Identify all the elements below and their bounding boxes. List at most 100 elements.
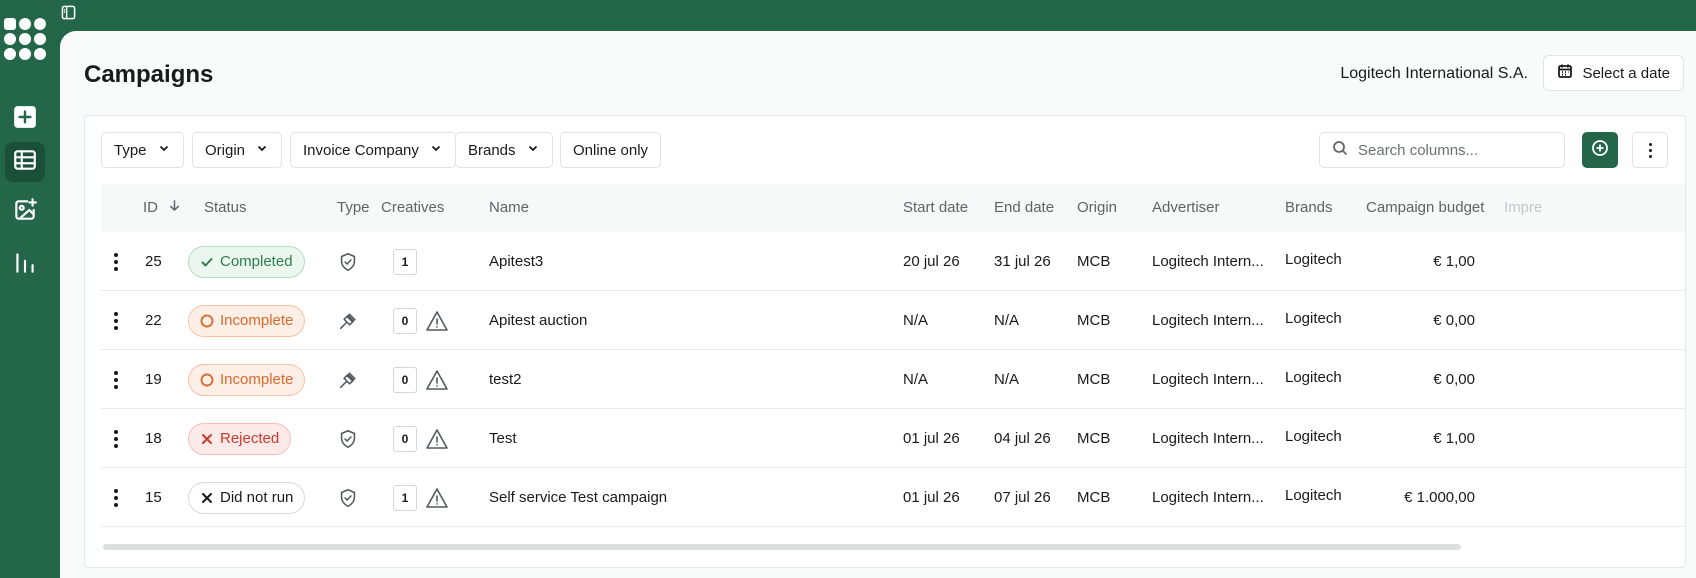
search-input[interactable] bbox=[1358, 141, 1548, 159]
more-vertical-icon bbox=[114, 252, 118, 271]
creatives-count[interactable]: 0 bbox=[393, 425, 417, 452]
status-label: Rejected bbox=[220, 430, 280, 447]
arrow-down-icon bbox=[168, 184, 181, 232]
filter-brands-label: Brands bbox=[468, 141, 516, 159]
add-campaign-button[interactable] bbox=[1582, 132, 1618, 168]
warning-icon bbox=[425, 369, 449, 391]
warning-icon bbox=[425, 428, 449, 450]
column-header-creatives[interactable]: Creatives bbox=[381, 184, 444, 232]
sidebar bbox=[0, 0, 60, 578]
more-vertical-icon bbox=[1648, 142, 1652, 158]
status-label: Did not run bbox=[220, 489, 294, 506]
campaign-name[interactable]: Apitest3 bbox=[489, 232, 543, 291]
creatives-cell: 1 bbox=[393, 468, 449, 527]
column-header-id[interactable]: ID bbox=[143, 184, 181, 232]
campaign-name[interactable]: Apitest auction bbox=[489, 291, 587, 350]
more-options-button[interactable] bbox=[1632, 132, 1668, 168]
column-header-advertiser[interactable]: Advertiser bbox=[1152, 184, 1220, 232]
column-header-impressions[interactable]: Impre bbox=[1504, 184, 1542, 232]
status-completed-icon bbox=[200, 255, 214, 269]
creatives-count[interactable]: 1 bbox=[393, 248, 417, 275]
column-header-type[interactable]: Type bbox=[337, 184, 370, 232]
row-id: 25 bbox=[145, 253, 162, 270]
more-vertical-icon bbox=[114, 311, 118, 330]
row-id: 19 bbox=[145, 371, 162, 388]
filter-online-only[interactable]: Online only bbox=[560, 132, 662, 168]
more-vertical-icon bbox=[114, 370, 118, 389]
main-content: Campaigns Logitech International S.A. Se… bbox=[60, 31, 1696, 578]
column-header-name[interactable]: Name bbox=[489, 184, 529, 232]
app-logo[interactable] bbox=[4, 18, 46, 60]
row-actions-button[interactable] bbox=[109, 409, 123, 468]
end-date: N/A bbox=[994, 371, 1020, 388]
filter-type[interactable]: Type bbox=[101, 132, 184, 168]
row-actions-button[interactable] bbox=[109, 350, 123, 409]
chevron-down-icon bbox=[157, 141, 171, 159]
row-actions-button[interactable] bbox=[109, 291, 123, 350]
calendar-icon bbox=[1557, 63, 1573, 83]
table-row[interactable]: 19 Incomplete 0 test2 N/A N/A MCB Logite… bbox=[101, 350, 1685, 409]
brands: Logitech bbox=[1285, 310, 1342, 327]
campaign-name[interactable]: test2 bbox=[489, 350, 522, 409]
start-date: 01 jul 26 bbox=[903, 430, 960, 447]
creatives-count[interactable]: 0 bbox=[393, 307, 417, 334]
column-header-origin[interactable]: Origin bbox=[1077, 184, 1117, 232]
end-date: 31 jul 26 bbox=[994, 253, 1051, 270]
column-header-end-date[interactable]: End date bbox=[994, 184, 1054, 232]
campaign-name[interactable]: Test bbox=[489, 409, 517, 468]
campaign-name[interactable]: Self service Test campaign bbox=[489, 468, 667, 527]
sidebar-toggle-button[interactable] bbox=[61, 5, 77, 21]
advertiser: Logitech Intern... bbox=[1152, 489, 1264, 506]
search-icon bbox=[1332, 140, 1348, 161]
campaign-budget: € 0,00 bbox=[1433, 371, 1475, 388]
table-row[interactable]: 18 Rejected 0 Test 01 jul 26 04 jul 26 M… bbox=[101, 409, 1685, 468]
origin: MCB bbox=[1077, 371, 1111, 388]
filter-brands[interactable]: Brands bbox=[455, 132, 553, 168]
plus-square-icon bbox=[12, 104, 38, 135]
table-row[interactable]: 22 Incomplete 0 Apitest auction N/A N/A … bbox=[101, 291, 1685, 350]
advertiser: Logitech Intern... bbox=[1152, 253, 1264, 270]
sidebar-item-creatives[interactable] bbox=[5, 192, 45, 232]
row-actions-button[interactable] bbox=[109, 468, 123, 527]
filter-origin[interactable]: Origin bbox=[192, 132, 283, 168]
filter-invoice-company[interactable]: Invoice Company bbox=[290, 132, 456, 168]
select-date-button[interactable]: Select a date bbox=[1543, 55, 1684, 91]
status-cell: Incomplete bbox=[188, 291, 306, 350]
advertiser: Logitech Intern... bbox=[1152, 430, 1264, 447]
warning-icon bbox=[425, 310, 449, 332]
status-label: Completed bbox=[220, 253, 293, 270]
image-plus-icon bbox=[12, 197, 38, 228]
status-incomplete-icon bbox=[200, 314, 214, 328]
column-header-start-date[interactable]: Start date bbox=[903, 184, 968, 232]
filter-invoice-company-label: Invoice Company bbox=[303, 141, 419, 159]
creatives-cell: 0 bbox=[393, 350, 449, 409]
row-actions-button[interactable] bbox=[109, 232, 123, 291]
filter-online-only-label: Online only bbox=[573, 141, 649, 159]
more-vertical-icon bbox=[114, 488, 118, 507]
status-rejected-icon bbox=[200, 432, 214, 446]
column-header-brands[interactable]: Brands bbox=[1285, 184, 1333, 232]
creatives-cell: 0 bbox=[393, 409, 449, 468]
sidebar-item-reports[interactable] bbox=[5, 245, 45, 285]
creatives-cell: 1 bbox=[393, 232, 417, 291]
status-badge: Did not run bbox=[188, 481, 306, 514]
status-badge: Rejected bbox=[188, 422, 292, 455]
status-badge: Incomplete bbox=[188, 304, 306, 337]
page-title: Campaigns bbox=[84, 61, 214, 88]
filter-origin-label: Origin bbox=[205, 141, 246, 159]
creatives-count[interactable]: 1 bbox=[393, 484, 417, 511]
horizontal-scrollbar[interactable] bbox=[103, 544, 1461, 550]
creatives-count[interactable]: 0 bbox=[393, 366, 417, 393]
origin: MCB bbox=[1077, 312, 1111, 329]
table-icon bbox=[12, 147, 38, 178]
sidebar-item-campaigns[interactable] bbox=[5, 142, 45, 182]
column-header-status[interactable]: Status bbox=[204, 184, 247, 232]
sidebar-item-create[interactable] bbox=[5, 99, 45, 139]
campaign-budget: € 1,00 bbox=[1433, 430, 1475, 447]
table-row[interactable]: 25 Completed 1 Apitest3 20 jul 26 31 jul… bbox=[101, 232, 1685, 291]
status-cell: Incomplete bbox=[188, 350, 306, 409]
origin: MCB bbox=[1077, 253, 1111, 270]
column-header-campaign-budget[interactable]: Campaign budget bbox=[1366, 184, 1484, 232]
table-row[interactable]: 15 Did not run 1 Self service Test campa… bbox=[101, 468, 1685, 527]
panel-left-icon bbox=[61, 5, 76, 24]
